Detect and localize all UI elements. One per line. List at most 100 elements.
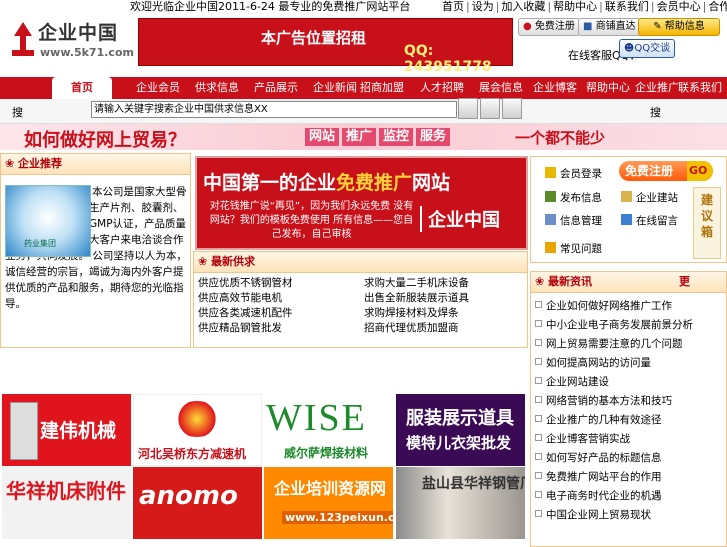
list-item[interactable]: 中小企业电子商务发展前景分析	[535, 317, 693, 332]
slogan-tail: 一个都不能少	[515, 129, 606, 147]
promo-headline: 中国第一的企业免费推广网站	[203, 172, 451, 194]
partner-logo[interactable]: 河北吴桥东方减速机	[133, 394, 262, 466]
supply-panel-title: ❀ 最新供求	[194, 252, 527, 273]
logo-url: www.5k71.com	[40, 46, 134, 59]
slogan-tag: 服务	[416, 128, 451, 146]
register-go-button[interactable]: 免费注册 GO	[619, 161, 713, 181]
shops-button[interactable]: ■ 商铺直达	[578, 18, 641, 36]
search-category-button[interactable]	[458, 98, 478, 119]
supply-panel: ❀ 最新供求 供应优质不锈钢管材 求购大量二手机床设备 供应高效节能电机 出售全…	[193, 251, 528, 348]
list-item[interactable]: 企业如何做好网络推广工作	[535, 298, 672, 313]
sun-logo-icon	[172, 401, 222, 437]
search-end-label: 搜	[650, 106, 661, 119]
slogan-banner[interactable]: 如何做好网上贸易？ 网站 推广 监控 服务 一个都不能少	[0, 124, 727, 151]
nav-item-franchise[interactable]: 招商加盟	[352, 77, 412, 99]
nav-item-exhibitions[interactable]: 展会信息	[471, 77, 531, 99]
nav-item-home[interactable]: 首页	[52, 77, 112, 99]
member-link-site[interactable]: 企业建站	[621, 190, 678, 205]
list-item[interactable]: 求购大量二手机床设备	[364, 276, 524, 290]
home-icon	[545, 167, 556, 178]
nav-item-contact[interactable]: 联系我们	[670, 77, 727, 99]
help-button[interactable]: ✎ 帮助信息	[638, 18, 720, 36]
partner-logo[interactable]: 盐山县华祥钢管厂	[396, 467, 525, 539]
top-link-help[interactable]: 帮助中心	[551, 0, 599, 13]
top-link-home[interactable]: 首页	[440, 0, 466, 13]
partner-logo[interactable]: anomo	[133, 467, 262, 539]
user-icon	[621, 214, 632, 225]
slogan-tags: 网站 推广 监控 服务	[305, 128, 453, 146]
list-item[interactable]: 如何写好产品的标题信息	[535, 450, 662, 465]
bulb-icon	[545, 242, 556, 253]
top-link-member[interactable]: 会员中心	[655, 0, 703, 13]
promo-brand: 企业中国	[420, 206, 500, 232]
site-logo[interactable]: 企业中国 www.5k71.com	[8, 16, 134, 66]
partner-logo[interactable]: 建伟机械	[2, 394, 131, 466]
list-item[interactable]: 企业网站建设	[535, 374, 609, 389]
list-item[interactable]: 供应高效节能电机	[198, 291, 358, 305]
news-panel-title: ❀ 最新资讯更	[531, 272, 726, 293]
recommend-panel-title: ❀ 企业推荐	[1, 154, 190, 175]
list-item[interactable]: 中国企业网上贸易现状	[535, 507, 651, 522]
list-item[interactable]: 网络营销的基本方法和技巧	[535, 393, 672, 408]
nav-item-products[interactable]: 产品展示	[246, 77, 306, 99]
recommend-image[interactable]: 药业集团	[5, 185, 91, 257]
list-item[interactable]: 供应精品钢管批发	[198, 321, 358, 335]
list-item[interactable]: 企业博客营销实战	[535, 431, 630, 446]
list-item[interactable]: 电子商务时代企业的机遇	[535, 488, 662, 503]
list-item[interactable]: 企业推广的几种有效途径	[535, 412, 662, 427]
list-item[interactable]: 出售全新服装展示道具	[364, 291, 524, 305]
member-link-manage[interactable]: 信息管理	[545, 213, 602, 228]
partner-logo[interactable]: 服装展示道具 模特儿衣架批发	[396, 394, 525, 466]
ad-banner[interactable]: 本广告位置招租 QQ: 243951778	[138, 18, 513, 75]
suggestion-box[interactable]: 建 议 箱	[693, 187, 721, 259]
recommend-panel: ❀ 企业推荐 本公司是国家大型骨干制药企业，主要生产片剂、胶囊剂、颗粒剂等，已通…	[0, 153, 191, 348]
news-more-link[interactable]: 更	[679, 272, 690, 292]
member-panel: 免费注册 GO 会员登录 发布信息 企业建站 信息管理 在线留言 常见问题 建 议…	[530, 156, 727, 263]
partner-logo[interactable]: 华祥机床附件	[2, 467, 131, 539]
list-item[interactable]: 如何提高网站的访问量	[535, 355, 651, 370]
list-item[interactable]: 供应优质不锈钢管材	[198, 276, 358, 290]
top-link-sethome[interactable]: 设为	[470, 0, 496, 13]
nav-item-jobs[interactable]: 人才招聘	[412, 77, 472, 99]
nav-item-blog[interactable]: 企业博客	[525, 77, 585, 99]
list-item[interactable]: 求购焊接材料及焊条	[364, 306, 524, 320]
welcome-text: 欢迎光临企业中国2011-6-24 最专业的免费推广网站平台	[130, 0, 411, 13]
member-link-message[interactable]: 在线留言	[621, 213, 678, 228]
nav-item-supply[interactable]: 供求信息	[187, 77, 247, 99]
top-link-partner[interactable]: 合作伙伴	[706, 0, 727, 13]
member-link-login[interactable]: 会员登录	[545, 166, 602, 181]
top-link-favorite[interactable]: 加入收藏	[499, 0, 547, 13]
promo-banner[interactable]: 中国第一的企业免费推广网站 对花钱推广说“再见”，因为我们永远免费 没有网站？我…	[195, 156, 528, 250]
member-link-faq[interactable]: 常见问题	[545, 241, 602, 256]
go-label: GO	[687, 161, 713, 181]
shop-icon: ■	[583, 21, 593, 32]
list-item[interactable]: 网上贸易需要注意的几个问题	[535, 336, 683, 351]
list-item[interactable]: 免费推广网站平台的作用	[535, 469, 662, 484]
search-submit-button[interactable]	[502, 98, 522, 119]
nav-item-members[interactable]: 企业会员	[128, 77, 188, 99]
qq-chat-button[interactable]: ☻QQ交谈	[619, 39, 675, 58]
edit-icon	[545, 191, 556, 202]
partner-logo[interactable]: WISE 威尔萨焊接材料	[264, 394, 393, 466]
mail-icon	[621, 191, 632, 202]
promo-description: 对花钱推广说“再见”，因为我们永远免费 没有网站？我们的模板免费使用 所有信息—…	[209, 201, 414, 240]
search-label: 搜	[12, 106, 23, 119]
news-panel: ❀ 最新资讯更 企业如何做好网络推广工作 中小企业电子商务发展前景分析 网上贸易…	[530, 271, 727, 547]
register-icon: ●	[523, 21, 532, 32]
list-item[interactable]: 招商代理优质加盟商	[364, 321, 524, 335]
search-input[interactable]: 请输入关键字搜索企业中国供求信息XX	[91, 101, 457, 118]
member-link-post[interactable]: 发布信息	[545, 190, 602, 205]
register-button[interactable]: ● 免费注册	[518, 18, 580, 36]
qq-icon: ☻	[623, 43, 635, 54]
ad-contact: QQ: 243951778	[404, 43, 492, 75]
search-type-button[interactable]	[480, 98, 500, 119]
top-links: 首页|设为|加入收藏|帮助中心|联系我们|会员中心|合作伙伴	[440, 0, 727, 14]
list-item[interactable]: 供应各类减速机配件	[198, 306, 358, 320]
recommend-image-label: 药业集团	[24, 239, 56, 248]
slogan-question: 如何做好网上贸易？	[24, 130, 186, 151]
partner-logo[interactable]: 企业培训资源网 www.123peixun.cn	[264, 467, 393, 539]
logo-name: 企业中国	[38, 22, 119, 44]
help-icon: ✎	[653, 21, 662, 32]
main-nav: 首页 企业会员 供求信息 产品展示 企业新闻 招商加盟 人才招聘 展会信息 企业…	[0, 77, 727, 101]
top-link-contact[interactable]: 联系我们	[603, 0, 651, 13]
